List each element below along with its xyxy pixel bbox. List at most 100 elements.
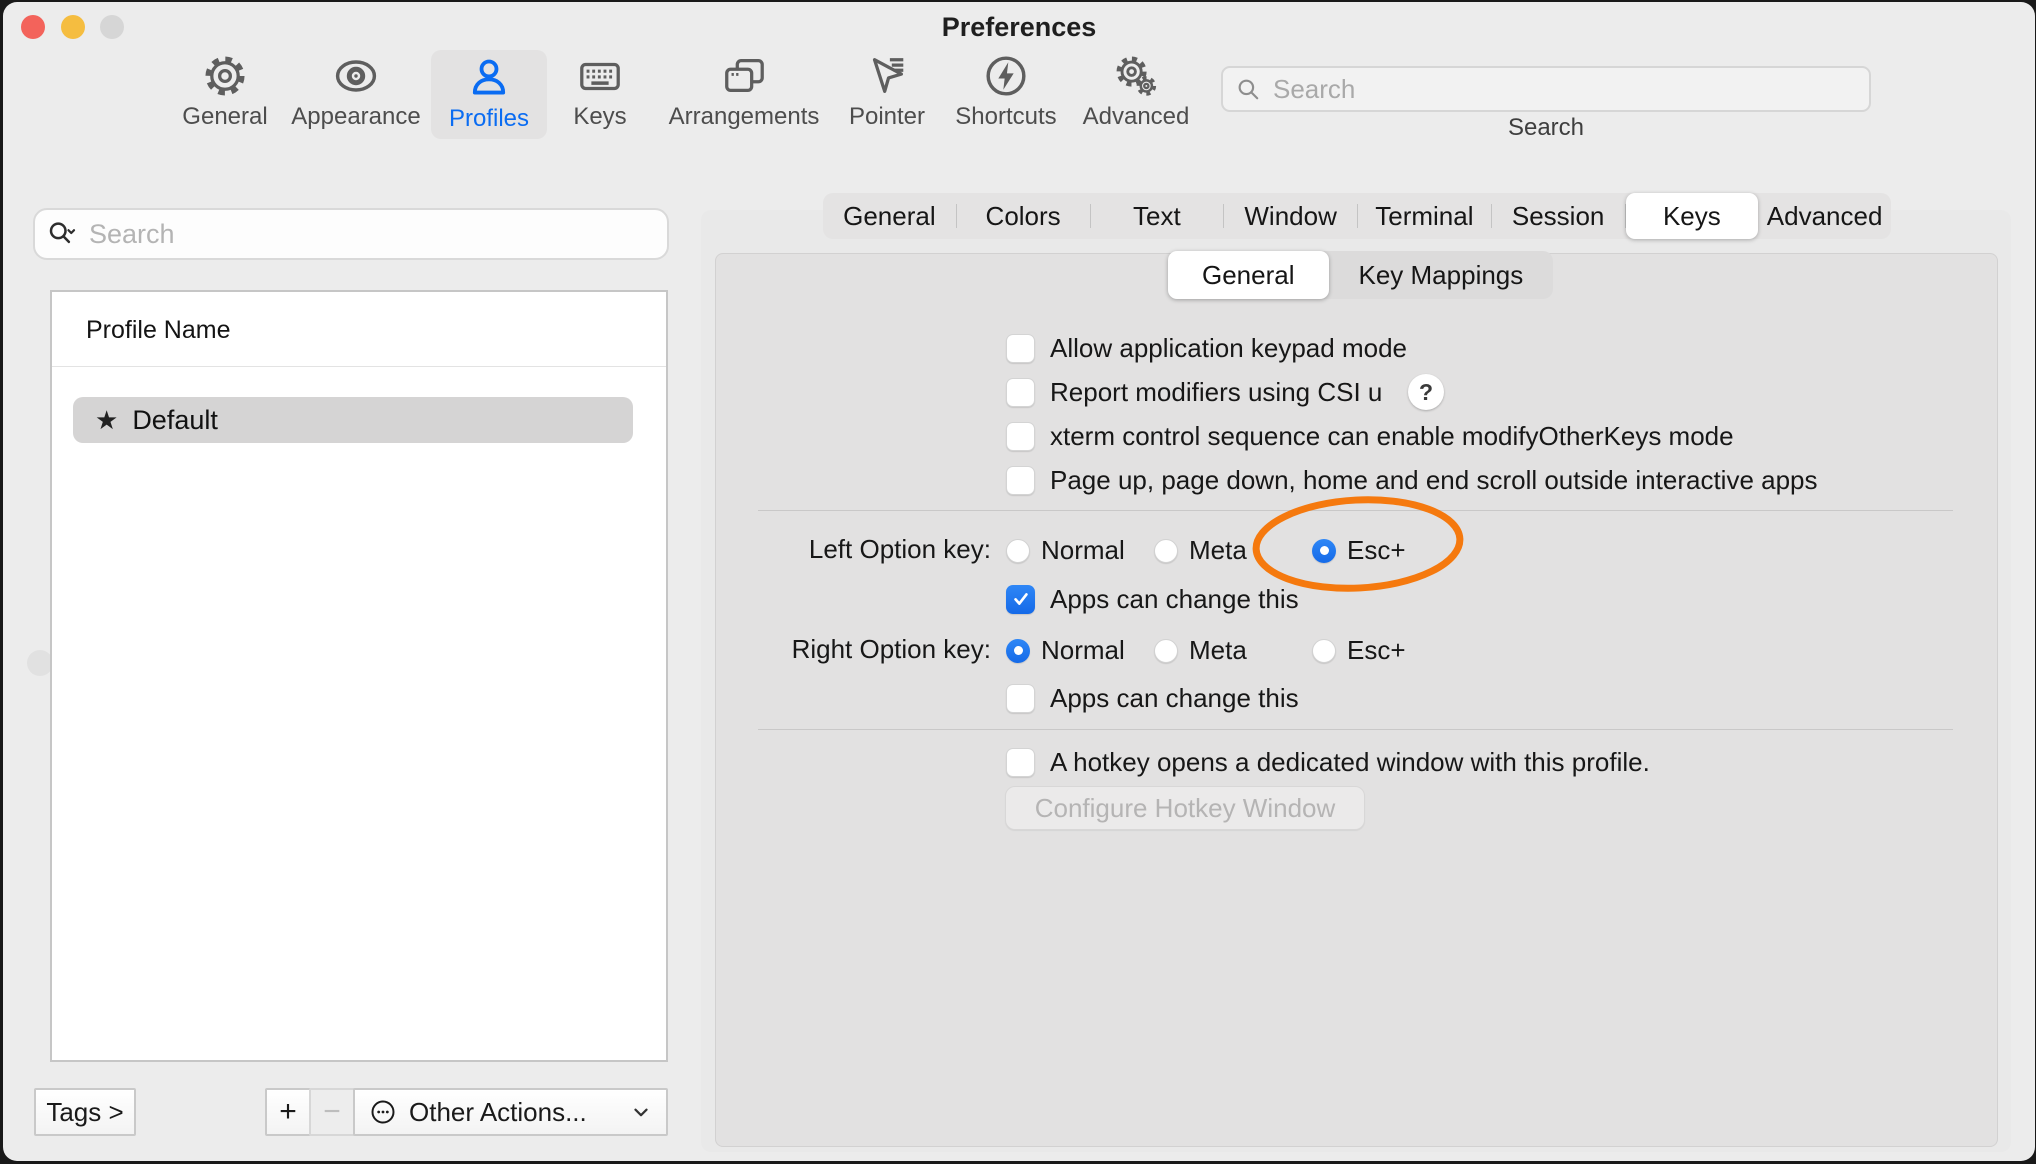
checkbox-label: xterm control sequence can enable modify…: [1050, 421, 1734, 452]
toolbar-search-field[interactable]: [1221, 66, 1871, 112]
checkbox-row-apps-change-right[interactable]: Apps can change this: [1006, 681, 1299, 715]
profile-tab-bar: General Colors Text Window Terminal Sess…: [823, 193, 1891, 239]
checkbox-unchecked[interactable]: [1006, 748, 1035, 777]
radio-label: Meta: [1189, 635, 1247, 666]
window-title: Preferences: [3, 12, 2035, 43]
add-profile-button[interactable]: +: [265, 1088, 311, 1136]
search-input[interactable]: [1271, 73, 1857, 106]
toolbar-label: Arrangements: [669, 105, 820, 129]
radio-right-meta[interactable]: Meta: [1154, 635, 1247, 666]
radio-unselected[interactable]: [1312, 639, 1336, 663]
radio-label: Esc+: [1347, 635, 1406, 666]
tab-keys[interactable]: Keys: [1626, 193, 1759, 239]
left-option-key-label: Left Option key:: [703, 534, 991, 565]
subtab-key-mappings[interactable]: Key Mappings: [1329, 251, 1554, 299]
radio-label: Esc+: [1347, 535, 1406, 566]
tab-colors[interactable]: Colors: [957, 193, 1090, 239]
toolbar-label: Pointer: [849, 105, 925, 129]
checkbox-label: Apps can change this: [1050, 584, 1299, 615]
toolbar-item-general[interactable]: General: [175, 52, 275, 129]
radio-unselected[interactable]: [1154, 539, 1178, 563]
checkbox-label: Report modifiers using CSI u: [1050, 377, 1382, 408]
configure-hotkey-label: Configure Hotkey Window: [1035, 793, 1336, 824]
search-filter-icon: [47, 219, 77, 249]
toolbar-item-appearance[interactable]: Appearance: [281, 52, 431, 129]
subtab-general[interactable]: General: [1168, 251, 1329, 299]
toolbar-label: General: [182, 105, 267, 129]
checkbox-label: Page up, page down, home and end scroll …: [1050, 465, 1818, 496]
profile-search-input[interactable]: [87, 218, 655, 251]
gears-icon: [1112, 52, 1160, 100]
tab-session[interactable]: Session: [1492, 193, 1625, 239]
bolt-circle-icon: [982, 52, 1030, 100]
ellipsis-circle-icon: [369, 1098, 397, 1126]
radio-selected[interactable]: [1006, 639, 1030, 663]
checkbox-checked[interactable]: [1006, 585, 1035, 614]
toolbar-item-keys[interactable]: Keys: [559, 52, 641, 129]
checkbox-unchecked[interactable]: [1006, 466, 1035, 495]
tab-terminal[interactable]: Terminal: [1358, 193, 1491, 239]
checkbox-row-hotkey[interactable]: A hotkey opens a dedicated window with t…: [1006, 745, 1650, 779]
other-actions-dropdown[interactable]: Other Actions...: [353, 1088, 668, 1136]
toolbar-item-profiles[interactable]: Profiles: [431, 50, 547, 139]
profile-row-default[interactable]: ★ Default: [73, 397, 633, 443]
section-divider: [758, 510, 1953, 511]
toolbar-label: Appearance: [291, 105, 420, 129]
windows-icon: [720, 52, 768, 100]
toolbar-search-label: Search: [1221, 114, 1871, 142]
radio-unselected[interactable]: [1006, 539, 1030, 563]
checkbox-row-keypad[interactable]: Allow application keypad mode: [1006, 331, 1407, 365]
radio-label: Meta: [1189, 535, 1247, 566]
search-icon: [1235, 76, 1261, 102]
tags-button[interactable]: Tags >: [34, 1088, 136, 1136]
toolbar-item-pointer[interactable]: Pointer: [833, 52, 941, 129]
radio-label: Normal: [1041, 535, 1125, 566]
other-actions-label: Other Actions...: [409, 1097, 587, 1128]
minus-label: −: [323, 1095, 341, 1129]
toolbar-label: Profiles: [449, 107, 529, 131]
profile-name: Default: [132, 405, 218, 436]
toolbar-label: Keys: [573, 105, 626, 129]
tab-text[interactable]: Text: [1091, 193, 1224, 239]
toolbar-item-advanced[interactable]: Advanced: [1069, 52, 1203, 129]
tab-advanced[interactable]: Advanced: [1758, 193, 1891, 239]
chevron-down-icon: [630, 1101, 652, 1123]
right-option-key-label: Right Option key:: [703, 634, 991, 665]
radio-right-normal[interactable]: Normal: [1006, 635, 1125, 666]
question-mark-icon: ?: [1419, 379, 1433, 406]
toolbar-label: Shortcuts: [955, 105, 1056, 129]
radio-right-esc[interactable]: Esc+: [1312, 635, 1406, 666]
toolbar-item-shortcuts[interactable]: Shortcuts: [939, 52, 1073, 129]
radio-left-esc[interactable]: Esc+: [1312, 535, 1406, 566]
checkbox-row-page-scroll[interactable]: Page up, page down, home and end scroll …: [1006, 463, 1818, 497]
person-icon: [465, 54, 513, 102]
checkbox-unchecked[interactable]: [1006, 422, 1035, 451]
section-divider: [758, 729, 1953, 730]
radio-left-normal[interactable]: Normal: [1006, 535, 1125, 566]
tab-window[interactable]: Window: [1224, 193, 1357, 239]
preferences-window: Preferences General Appearance: [3, 2, 2035, 1161]
toolbar-item-arrangements[interactable]: Arrangements: [655, 52, 833, 129]
screenshot-root: Preferences General Appearance: [0, 0, 2036, 1164]
radio-left-meta[interactable]: Meta: [1154, 535, 1247, 566]
tags-button-label: Tags >: [46, 1097, 123, 1128]
checkbox-unchecked[interactable]: [1006, 334, 1035, 363]
remove-profile-button: −: [309, 1088, 355, 1136]
checkbox-unchecked[interactable]: [1006, 684, 1035, 713]
help-button[interactable]: ?: [1408, 374, 1444, 410]
checkbox-row-modifyotherkeys[interactable]: xterm control sequence can enable modify…: [1006, 419, 1734, 453]
checkbox-row-csi-u[interactable]: Report modifiers using CSI u: [1006, 375, 1382, 409]
checkbox-row-apps-change-left[interactable]: Apps can change this: [1006, 582, 1299, 616]
radio-unselected[interactable]: [1154, 639, 1178, 663]
radio-selected[interactable]: [1312, 539, 1336, 563]
keyboard-icon: [576, 52, 624, 100]
checkbox-label: A hotkey opens a dedicated window with t…: [1050, 747, 1650, 778]
eye-icon: [332, 52, 380, 100]
checkbox-unchecked[interactable]: [1006, 378, 1035, 407]
gear-icon: [201, 52, 249, 100]
tab-general[interactable]: General: [823, 193, 956, 239]
default-star-icon: ★: [95, 405, 118, 436]
profile-search-field[interactable]: [33, 208, 669, 260]
configure-hotkey-window-button[interactable]: Configure Hotkey Window: [1005, 786, 1365, 830]
toolbar-label: Advanced: [1083, 105, 1190, 129]
